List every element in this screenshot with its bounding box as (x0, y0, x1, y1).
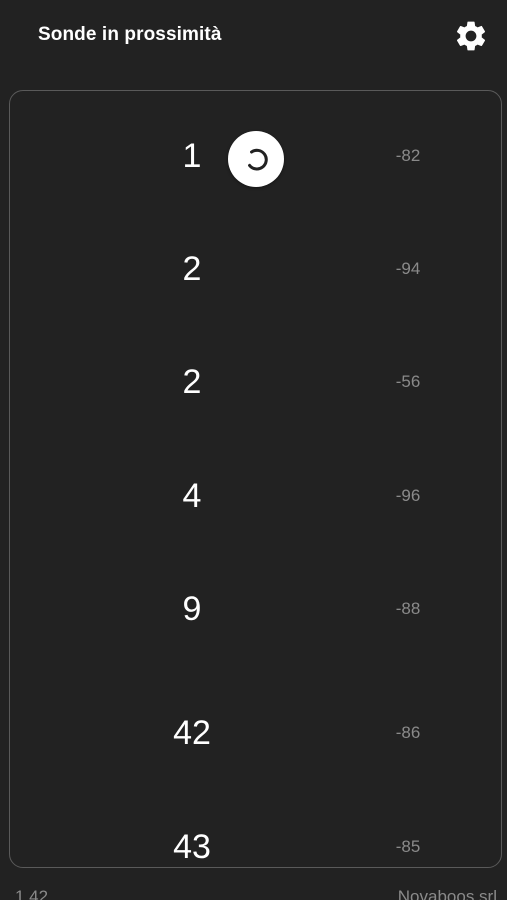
probe-rssi: -96 (395, 486, 421, 505)
probe-row[interactable]: 2 -56 (10, 337, 501, 427)
loading-spinner (228, 131, 284, 187)
probe-id: 43 (173, 827, 211, 866)
settings-button[interactable] (449, 14, 493, 58)
probe-rssi: -85 (395, 837, 421, 856)
probe-row[interactable]: 43 -85 (10, 802, 501, 867)
probe-id: 4 (182, 476, 202, 515)
app-footer: 1.42 Novaboos srl (0, 878, 507, 900)
probe-row[interactable]: 9 -88 (10, 564, 501, 654)
probe-id: 2 (182, 249, 202, 288)
page-title: Sonde in prossimità (38, 24, 222, 45)
probe-id: 9 (182, 589, 202, 628)
probe-id: 2 (182, 362, 202, 401)
probe-rssi: -88 (395, 599, 421, 618)
company-name: Novaboos srl (397, 887, 497, 900)
probe-row[interactable]: 2 -94 (10, 224, 501, 314)
probe-id: 42 (173, 713, 211, 752)
app-header: Sonde in prossimità (0, 0, 507, 72)
refresh-spinner-icon (248, 148, 268, 171)
app-version: 1.42 (15, 887, 49, 900)
probe-row[interactable]: 4 -96 (10, 451, 501, 541)
probe-rssi: -82 (395, 146, 421, 165)
probe-rssi: -86 (395, 723, 421, 742)
gear-icon (456, 21, 486, 51)
probe-list[interactable]: 1 -82 2 -94 2 -56 4 -96 9 -88 42 -86 43 … (9, 90, 502, 868)
probe-rssi: -56 (395, 372, 421, 391)
probe-row[interactable]: 42 -86 (10, 688, 501, 778)
probe-rssi: -94 (395, 259, 421, 278)
